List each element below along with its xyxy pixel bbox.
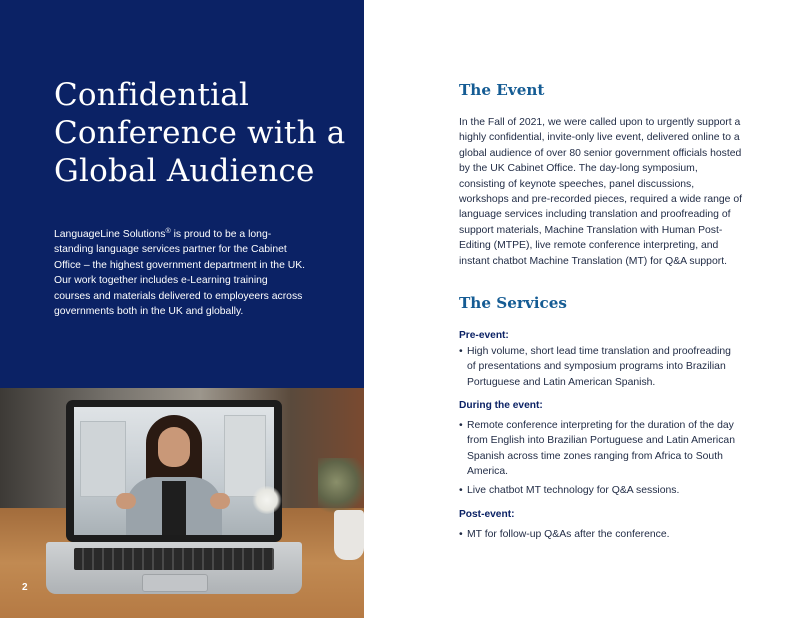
title-line-2: Conference with a <box>54 115 346 151</box>
during-event-item-2: • Live chatbot MT technology for Q&A ses… <box>459 483 739 498</box>
intro-text: is proud to be a long-standing language … <box>54 229 306 318</box>
services-heading: The Services <box>459 294 567 312</box>
laptop-video-call-photo <box>0 388 364 618</box>
pre-event-item: • High volume, short lead time translati… <box>459 346 731 388</box>
pre-event-label: Pre-event: <box>459 330 509 341</box>
title-line-3: Global Audience <box>54 153 315 189</box>
left-navy-panel: Confidential Conference with a Global Au… <box>0 0 364 388</box>
flower <box>252 486 282 514</box>
video-call-screen <box>74 407 274 535</box>
post-event-item: • MT for follow-up Q&As after the confer… <box>459 527 739 542</box>
post-event-label: Post-event: <box>459 509 515 520</box>
event-body: In the Fall of 2021, we were called upon… <box>459 117 743 267</box>
bullet-icon: • <box>459 529 463 540</box>
bullet-icon: • <box>459 485 463 496</box>
title-line-1: Confidential <box>54 77 250 113</box>
laptop-trackpad <box>142 574 208 592</box>
bullet-icon: • <box>459 420 463 431</box>
speaker-face <box>158 427 190 467</box>
page-title: Confidential Conference with a Global Au… <box>54 76 354 190</box>
during-event-label: During the event: <box>459 400 543 411</box>
event-heading: The Event <box>459 81 545 99</box>
plant-pot <box>334 510 364 560</box>
laptop-keyboard <box>74 548 274 570</box>
intro-brand: LanguageLine Solutions <box>54 229 166 240</box>
bullet-icon: • <box>459 346 463 357</box>
page-number: 2 <box>22 582 28 593</box>
during-event-item-1: • Remote conference interpreting for the… <box>459 420 735 478</box>
intro-paragraph: LanguageLine Solutions® is proud to be a… <box>54 224 306 319</box>
